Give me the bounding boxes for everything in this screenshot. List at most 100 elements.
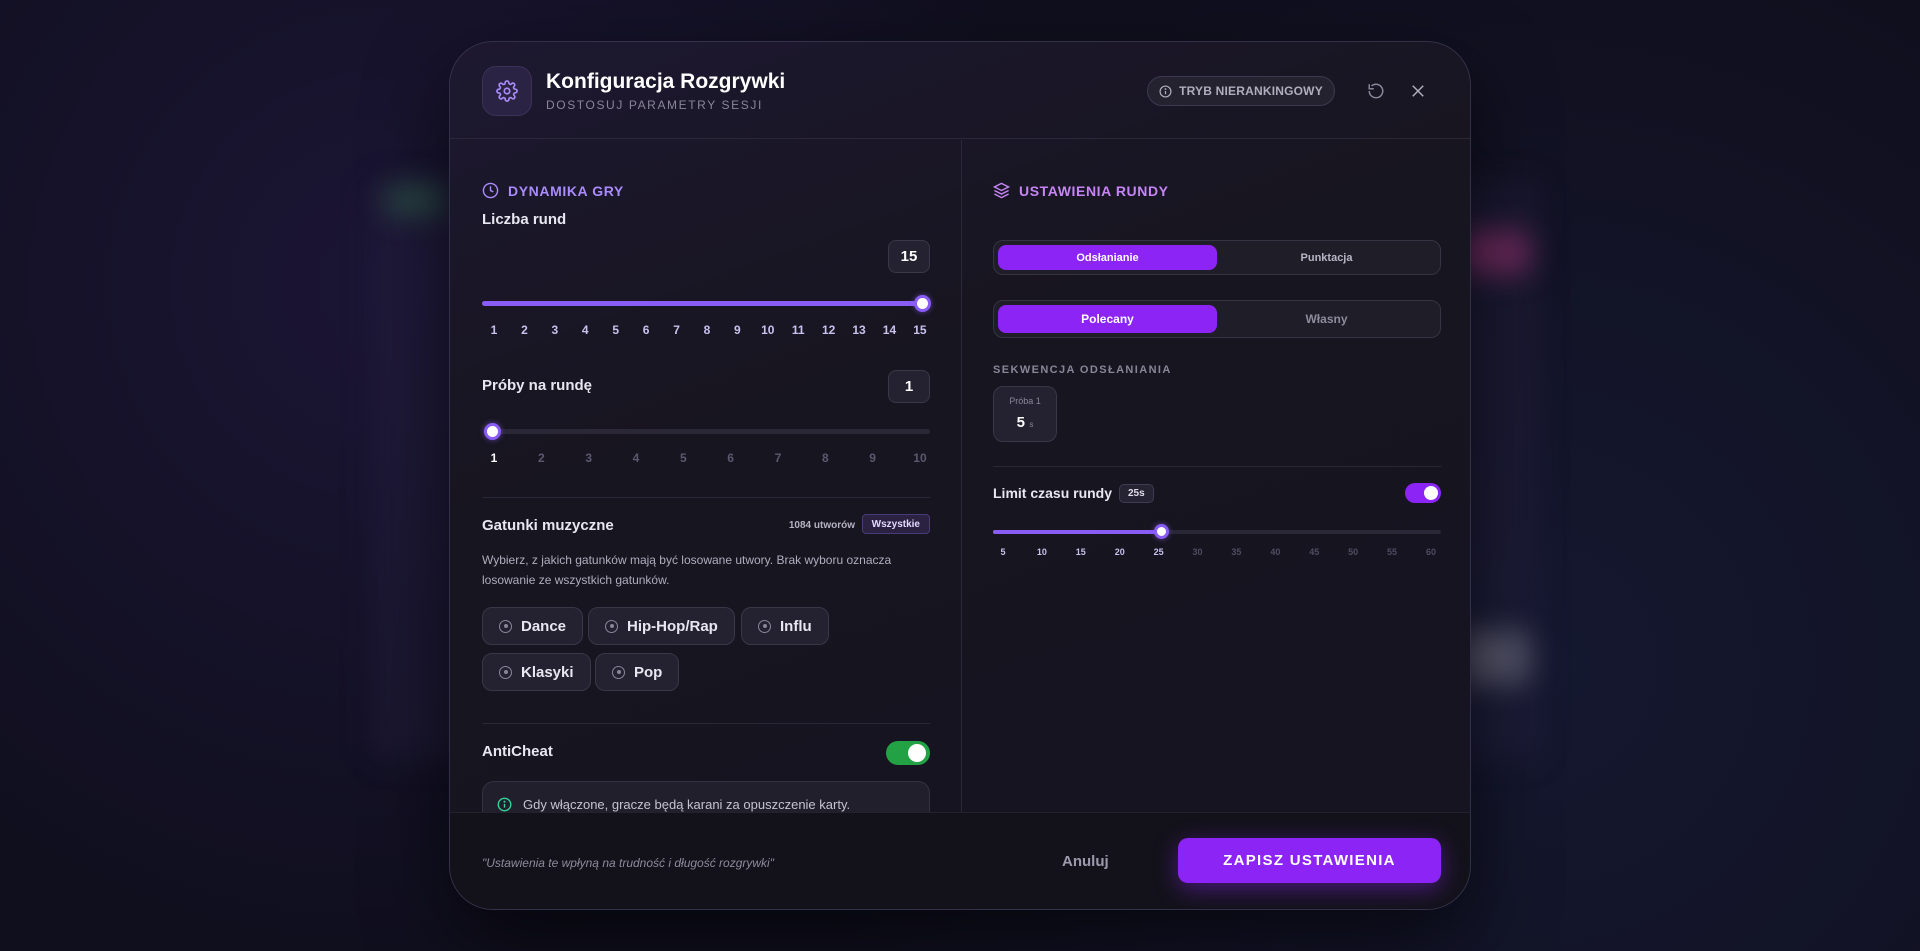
genre-chip-label: Influ (780, 617, 812, 635)
clock-icon (482, 182, 499, 199)
info-icon (1159, 84, 1172, 98)
slider-tick-label: 10 (913, 451, 927, 465)
anticheat-toggle[interactable] (886, 741, 930, 765)
section-divider (482, 723, 930, 724)
slider-tick-label: 4 (581, 323, 589, 337)
sequence-card-number: 5 (1016, 414, 1025, 431)
rounds-value-text: 15 (900, 248, 918, 265)
cancel-button[interactable]: Anuluj (1062, 853, 1109, 870)
rounds-label: Liczba rund (482, 211, 567, 228)
sequence-card-value: 5 s (994, 414, 1056, 432)
footer-note: "Ustawienia te wpłyną na trudność i dług… (482, 856, 774, 870)
settings-modal: Konfiguracja Rozgrywki DOSTOSUJ PARAMETR… (449, 41, 1471, 910)
slider-tick-label: 10 (761, 323, 775, 337)
slider-tick-label: 55 (1387, 547, 1398, 557)
sequence-card-unit: s (1029, 420, 1034, 429)
rounds-ticks: 1 2 3 4 5 6 7 8 9 10 11 12 13 14 15 (484, 323, 930, 337)
attempts-ticks: 1 2 3 4 5 6 7 8 9 10 (484, 451, 930, 465)
unranked-mode-badge[interactable]: TRYB NIERANKINGOWY (1147, 76, 1335, 106)
mode-selector: Polecany Własny (993, 300, 1441, 338)
modal-footer: "Ustawienia te wpłyną na trudność i dług… (450, 812, 1470, 909)
reset-icon (1368, 83, 1384, 99)
time-limit-label: Limit czasu rundy (993, 485, 1113, 501)
reset-button[interactable] (1362, 77, 1390, 105)
anticheat-info-text: Gdy włączone, gracze będą karani za opus… (523, 796, 851, 812)
mode-badge-label: TRYB NIERANKINGOWY (1179, 84, 1323, 98)
slider-tick-label: 10 (1036, 547, 1047, 557)
slider-tick-label: 6 (642, 323, 650, 337)
game-dynamics-header: DYNAMIKA GRY (482, 182, 624, 199)
attempts-slider-thumb[interactable] (484, 423, 501, 440)
genres-label: Gatunki muzyczne (482, 517, 614, 534)
track-count: 1084 utworów (788, 520, 855, 531)
slider-tick-label: 40 (1270, 547, 1281, 557)
time-limit-slider-fill (993, 530, 1162, 534)
close-button[interactable] (1404, 77, 1432, 105)
slider-tick-label: 20 (1114, 547, 1125, 557)
slider-tick-label: 7 (774, 451, 782, 465)
toggle-knob (1424, 486, 1438, 500)
genre-chip-label: Hip-Hop/Rap (627, 617, 718, 635)
slider-tick-label: 11 (791, 323, 805, 337)
column-divider (961, 140, 962, 812)
radio-icon (605, 619, 618, 633)
section-divider (482, 497, 930, 498)
page-title: Konfiguracja Rozgrywki (546, 70, 786, 93)
slider-tick-label: 3 (585, 451, 592, 465)
genre-chip-label: Dance (521, 617, 567, 635)
mode-custom[interactable]: Własny (1217, 305, 1436, 333)
save-button[interactable]: ZAPISZ USTAWIENIA (1178, 838, 1441, 883)
toggle-knob (908, 744, 926, 762)
radio-icon (499, 665, 512, 679)
rounds-slider-thumb[interactable] (914, 295, 931, 312)
section-divider (993, 466, 1441, 467)
settings-icon-box (482, 66, 532, 116)
genres-description: Wybierz, z jakich gatunków mają być loso… (482, 553, 892, 587)
slider-tick-label: 2 (537, 451, 545, 465)
tab-scoring[interactable]: Punktacja (1217, 245, 1436, 270)
modal-header: Konfiguracja Rozgrywki DOSTOSUJ PARAMETR… (450, 42, 1470, 139)
slider-tick-label: 9 (869, 451, 876, 465)
genre-chip-dance[interactable]: Dance (482, 607, 584, 645)
time-limit-slider[interactable] (993, 524, 1441, 539)
genre-chip-hiphop[interactable]: Hip-Hop/Rap (588, 607, 735, 645)
game-dynamics-title: DYNAMIKA GRY (508, 182, 624, 199)
time-limit-ticks: 5 10 15 20 25 30 35 40 45 50 55 60 (993, 547, 1441, 557)
slider-tick-label: 45 (1309, 547, 1320, 557)
attempts-value[interactable]: 1 (888, 370, 930, 403)
slider-tick-label: 15 (913, 323, 927, 337)
slider-tick-label: 8 (821, 451, 829, 465)
attempts-value-text: 1 (904, 378, 914, 395)
slider-tick-label: 8 (703, 323, 711, 337)
slider-tick-label: 1 (490, 323, 498, 337)
time-limit-slider-thumb[interactable] (1154, 524, 1170, 539)
radio-icon (758, 619, 771, 633)
slider-tick-label: 1 (490, 451, 498, 465)
mode-recommended[interactable]: Polecany (998, 305, 1217, 333)
slider-tick-label: 15 (1075, 547, 1086, 557)
gear-icon (496, 80, 518, 102)
radio-icon (499, 619, 512, 633)
time-limit-toggle[interactable] (1405, 483, 1441, 503)
genre-chip-influ[interactable]: Influ (741, 607, 829, 645)
tab-reveal[interactable]: Odsłanianie (998, 245, 1217, 270)
slider-tick-label: 60 (1425, 547, 1436, 557)
genre-chip-pop[interactable]: Pop (595, 653, 680, 691)
genre-chip-klasyki[interactable]: Klasyki (482, 653, 591, 691)
sequence-card[interactable]: Próba 1 5 s (993, 386, 1057, 442)
genre-chip-label: Klasyki (521, 663, 574, 681)
anticheat-label: AntiCheat (482, 743, 553, 760)
slider-tick-label: 4 (632, 451, 640, 465)
attempts-slider[interactable] (484, 423, 930, 440)
rounds-slider[interactable] (482, 295, 931, 312)
slider-tick-label: 5 (612, 323, 620, 337)
reveal-sequence-label: SEKWENCJA ODSŁANIANIA (993, 364, 1172, 376)
rounds-slider-fill (482, 301, 922, 306)
slider-tick-label: 7 (673, 323, 680, 337)
round-settings-title: USTAWIENIA RUNDY (1019, 182, 1169, 199)
sequence-card-label: Próba 1 (1009, 396, 1041, 406)
rounds-value[interactable]: 15 (888, 240, 930, 273)
slider-tick-label: 9 (734, 323, 741, 337)
all-genres-badge[interactable]: Wszystkie (861, 514, 930, 534)
round-settings-tabs: Odsłanianie Punktacja (993, 240, 1441, 275)
